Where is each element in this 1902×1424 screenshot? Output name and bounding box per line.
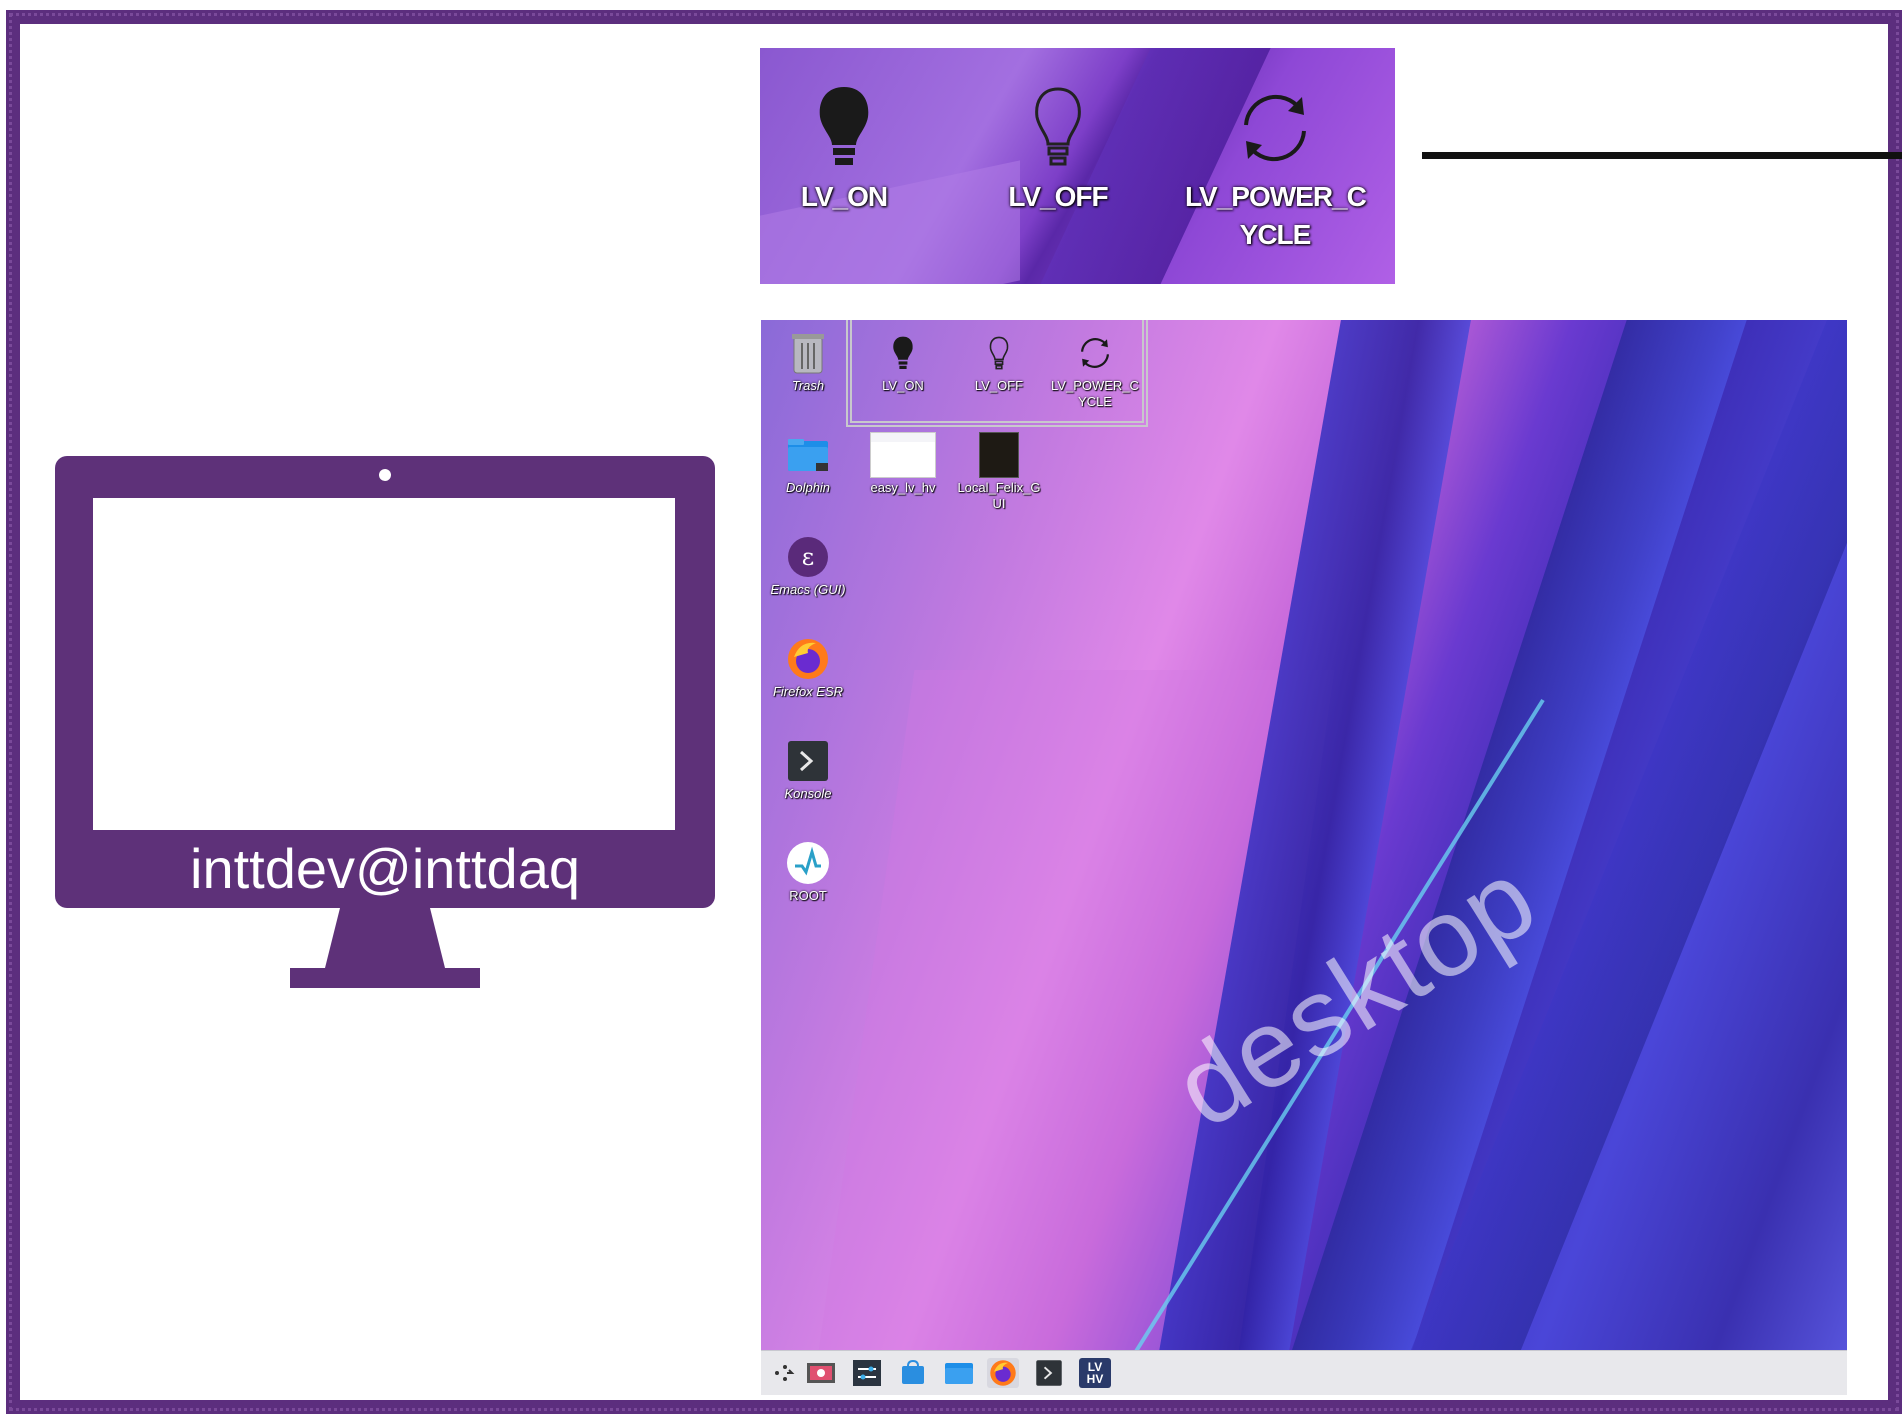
lv-on-label: LV_ON: [882, 378, 924, 393]
monitor-host-label: inttdev@inttdaq: [190, 837, 580, 900]
easy-lv-hv-label: easy_lv_hv: [870, 480, 936, 495]
desktop-icon-easy-lv-hv[interactable]: easy_lv_hv: [855, 430, 951, 496]
desktop-icon-lv-power-cycle[interactable]: LV_POWER_C YCLE: [1047, 328, 1143, 410]
camera-dot: [379, 469, 391, 481]
zoom-lv-on-label: LV_ON: [800, 181, 888, 212]
firefox-icon: [761, 634, 856, 684]
lv-off-label: LV_OFF: [974, 378, 1024, 393]
desktop-icon-lv-off[interactable]: LV_OFF: [951, 328, 1047, 394]
settings-sliders-icon[interactable]: [851, 1358, 883, 1388]
desktop-icon-firefox[interactable]: Firefox ESR: [761, 634, 856, 700]
desktop-icon-root[interactable]: ROOT: [761, 838, 856, 904]
monitor-illustration: inttdev@inttdaq: [55, 456, 715, 988]
terminal-thumbnail-icon: [951, 430, 1047, 480]
monitor-stand-base: [290, 968, 480, 988]
callout-line: [1422, 152, 1902, 159]
root-icon: [761, 838, 856, 888]
desktop-icon-konsole[interactable]: Konsole: [761, 736, 856, 802]
svg-text:ε: ε: [802, 543, 814, 571]
dolphin-label: Dolphin: [785, 480, 831, 495]
lv-power-cycle-label-line2: YCLE: [1078, 394, 1112, 409]
desktop-icon-dolphin[interactable]: Dolphin: [761, 430, 856, 496]
terminal-icon[interactable]: [1033, 1358, 1065, 1388]
lightbulb-outline-icon: [951, 328, 1047, 378]
monitor-screen: [93, 498, 675, 830]
refresh-cycle-icon: [1047, 328, 1143, 378]
desktop-icon-emacs[interactable]: ε Emacs (GUI): [761, 532, 856, 598]
zoom-lv-off-label: LV_OFF: [1008, 181, 1108, 212]
lightbulb-filled-icon: [855, 328, 951, 378]
lv-power-cycle-label-line1: LV_POWER_C: [1051, 378, 1139, 393]
root-label: ROOT: [789, 888, 827, 903]
emacs-label: Emacs (GUI): [770, 582, 846, 597]
trash-label: Trash: [791, 378, 825, 393]
desktop-icon-trash[interactable]: Trash: [761, 328, 856, 394]
terminal-icon: [761, 736, 856, 786]
document-thumbnail-icon: [855, 430, 951, 480]
software-center-icon[interactable]: [897, 1358, 929, 1388]
firefox-icon[interactable]: [987, 1358, 1019, 1388]
lv-hv-icon-line2: HV: [1086, 1372, 1104, 1386]
lightbulb-outline-icon: [968, 78, 1148, 178]
desktop-icon-lv-on[interactable]: LV_ON: [855, 328, 951, 394]
taskbar: LV HV: [761, 1350, 1847, 1395]
firefox-label: Firefox ESR: [772, 684, 844, 699]
local-felix-label-line2: UI: [992, 496, 1006, 511]
screenshot-app-icon[interactable]: [805, 1358, 837, 1388]
lv-hv-app-icon[interactable]: LV HV: [1079, 1358, 1111, 1388]
zoom-lv-off-shortcut[interactable]: LV_OFF: [968, 78, 1148, 216]
local-felix-label-line1: Local_Felix_G: [957, 480, 1041, 495]
emacs-icon: ε: [761, 532, 856, 582]
trash-icon: [761, 328, 856, 378]
folder-icon[interactable]: [943, 1358, 975, 1388]
refresh-cycle-icon: [1185, 78, 1365, 178]
zoom-lv-on-shortcut[interactable]: LV_ON: [760, 78, 934, 216]
desktop-icon-local-felix-gui[interactable]: Local_Felix_G UI: [951, 430, 1047, 512]
konsole-label: Konsole: [784, 786, 832, 801]
monitor-body: inttdev@inttdaq: [55, 456, 715, 908]
zoomed-icon-panel: LV_ON LV_OFF LV_POWER_C YCLE: [760, 48, 1395, 284]
desktop-screenshot: desktop Trash LV_ON LV_OFF LV_POWER_C YC…: [761, 320, 1847, 1395]
monitor-stand-neck: [325, 908, 445, 968]
zoom-lv-power-cycle-label-line1: LV_POWER_C: [1185, 181, 1367, 212]
zoom-lv-power-cycle-label-line2: YCLE: [1239, 219, 1312, 250]
lightbulb-filled-icon: [760, 78, 934, 178]
zoom-lv-power-cycle-shortcut[interactable]: LV_POWER_C YCLE: [1185, 78, 1367, 254]
application-launcher-icon[interactable]: [767, 1358, 799, 1388]
folder-icon: [761, 430, 856, 480]
